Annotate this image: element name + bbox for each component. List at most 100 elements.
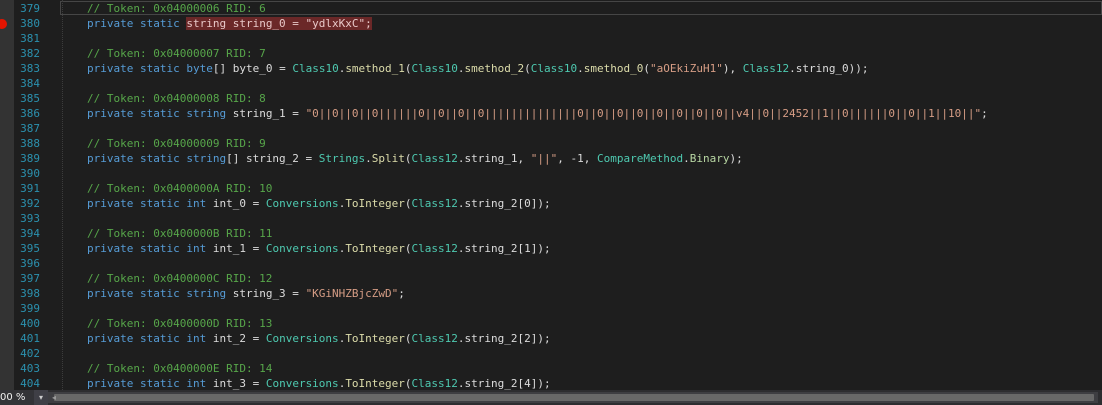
code-token: Class10: [292, 62, 339, 75]
chevron-down-icon[interactable]: ▾: [34, 390, 48, 405]
code-token: private static int: [87, 377, 213, 390]
code-line[interactable]: private static string string_3 = "KGiNHZ…: [87, 286, 405, 301]
code-area[interactable]: // Token: 0x04000006 RID: 6 private stati…: [62, 0, 1102, 390]
code-token: string_3 =: [232, 287, 306, 300]
code-token: // Token: 0x0400000D RID: 13: [87, 317, 273, 330]
code-token: ToInteger: [345, 332, 405, 345]
zoom-level[interactable]: 00 %: [0, 390, 34, 405]
code-token: "KGiNHZBjcZwD": [305, 287, 399, 300]
code-token: ),: [722, 62, 743, 75]
code-token: Class12: [411, 332, 458, 345]
line-number: 404: [20, 377, 40, 390]
code-token: (: [404, 62, 412, 75]
line-number: 390: [20, 167, 40, 180]
code-token: ;: [398, 287, 405, 300]
code-line[interactable]: // Token: 0x04000007 RID: 7: [87, 46, 266, 61]
code-token: // Token: 0x0400000B RID: 11: [87, 227, 273, 240]
line-number: 384: [20, 77, 40, 90]
code-token: // Token: 0x0400000E RID: 14: [87, 362, 273, 375]
code-token: [] byte_0 =: [212, 62, 293, 75]
line-number: 386: [20, 107, 40, 120]
code-token: Class12: [411, 197, 458, 210]
code-line[interactable]: private static int int_1 = Conversions.T…: [87, 241, 551, 256]
code-token: [] string_2 =: [226, 152, 319, 165]
code-line[interactable]: // Token: 0x04000008 RID: 8: [87, 91, 266, 106]
code-token: Class12: [742, 62, 790, 75]
code-line[interactable]: private static string[] string_2 = Strin…: [87, 151, 743, 166]
line-number-gutter: 379 380 381 382 383 384 385 386 387 388 389 390 391 3…: [14, 0, 58, 390]
code-token: .string_2[1]);: [457, 242, 551, 255]
selected-text: string string_0 = "ydlxKxC";: [186, 17, 372, 30]
code-token: .: [577, 62, 584, 75]
code-editor[interactable]: 379 380 381 382 383 384 385 386 387 388 389 390 391 3…: [0, 0, 1102, 390]
horizontal-scrollbar[interactable]: [48, 392, 1098, 403]
line-number: 383: [20, 62, 40, 75]
code-token: // Token: 0x04000007 RID: 7: [87, 47, 266, 60]
code-token: int_3 =: [212, 377, 266, 390]
line-number: 388: [20, 137, 40, 150]
code-token: (: [404, 332, 412, 345]
code-token: .string_0));: [789, 62, 869, 75]
line-number: 379: [20, 2, 40, 15]
code-line[interactable]: private static int int_2 = Conversions.T…: [87, 331, 551, 346]
code-token: ;: [981, 107, 988, 120]
code-token: private static: [87, 17, 187, 30]
code-line[interactable]: // Token: 0x0400000D RID: 13: [87, 316, 272, 331]
code-line[interactable]: // Token: 0x0400000A RID: 10: [87, 181, 272, 196]
editor-status-bar: 00 % ▾ ◂: [0, 390, 1102, 405]
code-line[interactable]: private static byte[] byte_0 = Class10.s…: [87, 61, 869, 76]
line-number: 396: [20, 257, 40, 270]
code-token: .: [457, 62, 465, 75]
code-line[interactable]: // Token: 0x0400000E RID: 14: [87, 361, 272, 376]
line-number: 401: [20, 332, 40, 345]
code-token: ToInteger: [345, 197, 405, 210]
code-token: (: [643, 62, 650, 75]
code-token: "0||0||0||0||||||0||0||0||0|||||||||||||…: [305, 107, 982, 120]
line-number: 398: [20, 287, 40, 300]
code-token: .: [365, 152, 372, 165]
line-number: 399: [20, 302, 40, 315]
line-number: 403: [20, 362, 40, 375]
line-number: 397: [20, 272, 40, 285]
code-line[interactable]: private static string string_1 = "0||0||…: [87, 106, 988, 121]
code-token: private static string: [87, 107, 233, 120]
code-token: smethod_2: [464, 62, 525, 75]
indent-guide: [62, 0, 63, 390]
code-token: (: [404, 197, 412, 210]
code-line[interactable]: private static string string_0 = "ydlxKx…: [87, 16, 372, 31]
code-token: int_0 =: [212, 197, 266, 210]
code-token: // Token: 0x0400000A RID: 10: [87, 182, 273, 195]
code-line[interactable]: private static int int_3 = Conversions.T…: [87, 376, 551, 390]
line-number: 387: [20, 122, 40, 135]
code-token: .string_2[2]);: [457, 332, 551, 345]
line-number: 382: [20, 47, 40, 60]
code-token: Conversions: [265, 242, 339, 255]
code-token: .string_2[4]);: [457, 377, 551, 390]
code-line[interactable]: // Token: 0x04000009 RID: 9: [87, 136, 266, 151]
code-token: Conversions: [265, 197, 339, 210]
line-number: 381: [20, 32, 40, 45]
code-token: Conversions: [265, 377, 339, 390]
code-line[interactable]: private static int int_0 = Conversions.T…: [87, 196, 551, 211]
code-token: CompareMethod: [597, 152, 684, 165]
code-token: , -1,: [557, 152, 597, 165]
code-token: // Token: 0x04000006 RID: 6: [87, 2, 266, 15]
line-number: 380: [20, 17, 40, 30]
code-token: private static int: [87, 197, 213, 210]
code-token: .string_2[0]);: [457, 197, 551, 210]
code-token: "||": [530, 152, 558, 165]
code-line[interactable]: // Token: 0x0400000B RID: 11: [87, 226, 272, 241]
code-token: int_2 =: [212, 332, 266, 345]
scrollbar-thumb[interactable]: [54, 394, 1094, 401]
code-token: Split: [371, 152, 405, 165]
arrow-left-icon[interactable]: ◂: [52, 392, 58, 403]
code-token: (: [524, 62, 531, 75]
code-line[interactable]: // Token: 0x0400000C RID: 12: [87, 271, 272, 286]
code-token: private static string: [87, 287, 233, 300]
code-token: );: [729, 152, 743, 165]
code-token: .: [683, 152, 690, 165]
code-line[interactable]: // Token: 0x04000006 RID: 6: [87, 1, 266, 16]
code-token: private static int: [87, 242, 213, 255]
code-token: (: [404, 377, 412, 390]
line-number: 391: [20, 182, 40, 195]
